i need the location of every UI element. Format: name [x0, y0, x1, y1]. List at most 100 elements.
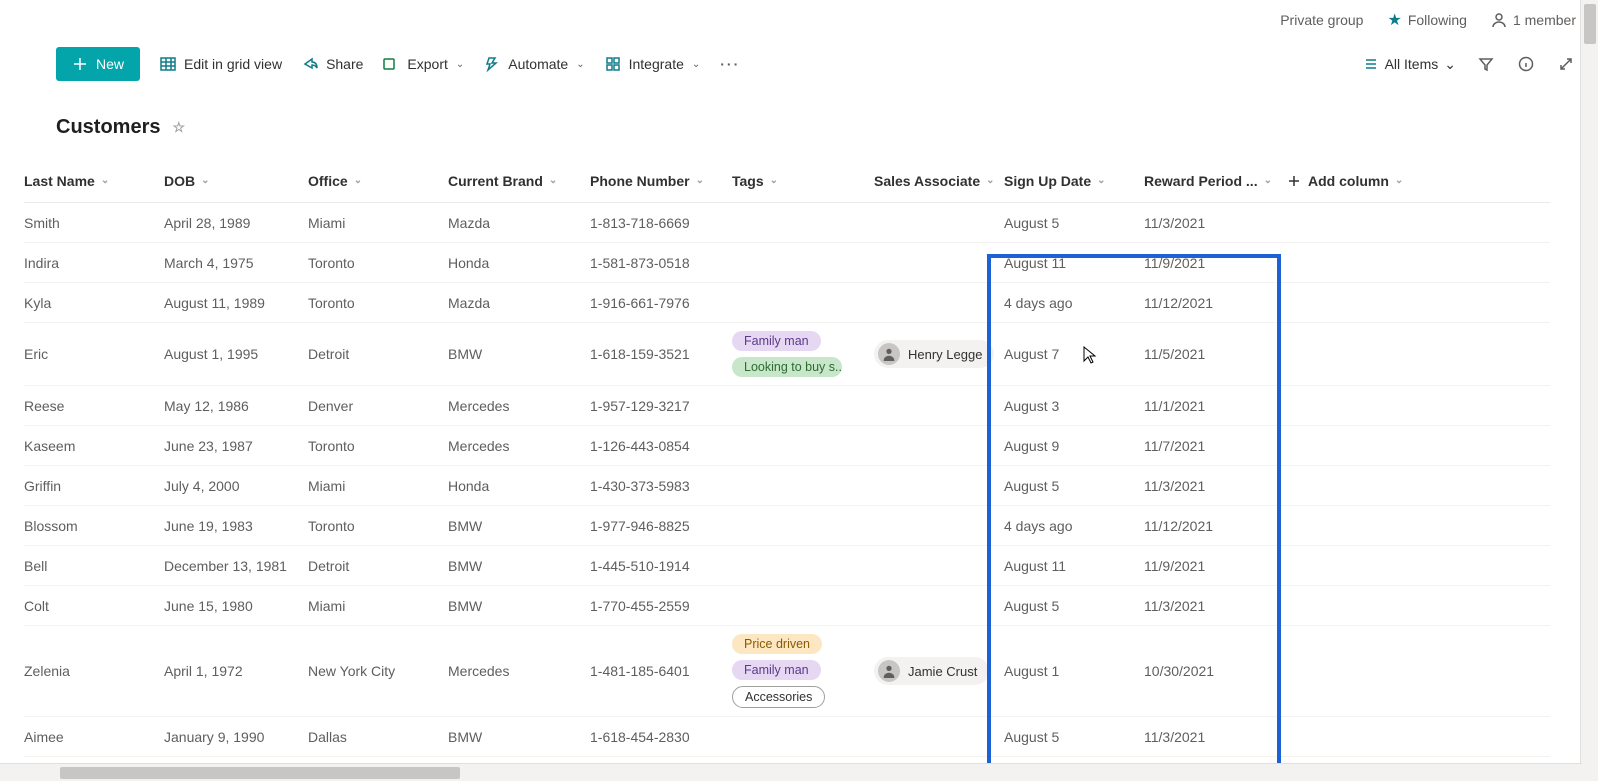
table-row[interactable]: ReeseMay 12, 1986DenverMercedes1-957-129…: [24, 386, 1550, 426]
chevron-down-icon: ⌄: [696, 175, 704, 186]
table-row[interactable]: ColtJune 15, 1980MiamiBMW1-770-455-2559A…: [24, 586, 1550, 626]
cell-tags: [732, 255, 874, 271]
cell-lastname: Kaseem: [24, 428, 164, 464]
table-row[interactable]: BellDecember 13, 1981DetroitBMW1-445-510…: [24, 546, 1550, 586]
person-chip[interactable]: Henry Legge: [874, 340, 994, 368]
col-header-assoc[interactable]: Sales Associate⌄: [874, 163, 1004, 199]
col-header-tags[interactable]: Tags⌄: [732, 163, 874, 199]
table-row[interactable]: KylaAugust 11, 1989TorontoMazda1-916-661…: [24, 283, 1550, 323]
cell-sales-associate: [874, 213, 1004, 233]
cell-empty: [1286, 596, 1428, 616]
expand-button[interactable]: [1556, 54, 1576, 74]
grid-icon: [160, 56, 176, 72]
export-button[interactable]: Export ⌄: [383, 56, 464, 72]
table-row[interactable]: SmithApril 28, 1989MiamiMazda1-813-718-6…: [24, 203, 1550, 243]
cell-lastname: Zelenia: [24, 653, 164, 689]
cell-phone: 1-430-373-5983: [590, 468, 732, 504]
col-header-phone[interactable]: Phone Number⌄: [590, 163, 732, 199]
table-row[interactable]: EricAugust 1, 1995DetroitBMW1-618-159-35…: [24, 323, 1550, 386]
cell-brand: BMW: [448, 719, 590, 755]
cell-phone: 1-581-873-0518: [590, 245, 732, 281]
col-header-lastname[interactable]: Last Name⌄: [24, 163, 164, 199]
table-row[interactable]: GriffinJuly 4, 2000MiamiHonda1-430-373-5…: [24, 466, 1550, 506]
info-button[interactable]: [1516, 54, 1536, 74]
cell-signup: August 11: [1004, 245, 1144, 281]
cell-signup: August 7: [1004, 336, 1144, 372]
automate-icon: [484, 56, 500, 72]
new-button-label: New: [96, 56, 124, 72]
cell-dob: August 11, 1989: [164, 285, 308, 321]
add-column-button[interactable]: Add column ⌄: [1286, 163, 1428, 199]
scrollbar-thumb[interactable]: [1584, 4, 1596, 44]
chevron-down-icon: ⌄: [456, 59, 464, 70]
scrollbar-thumb[interactable]: [60, 767, 460, 779]
cell-brand: Honda: [448, 245, 590, 281]
cell-signup: August 11: [1004, 548, 1144, 584]
cell-tags: [732, 295, 874, 311]
automate-button[interactable]: Automate ⌄: [484, 56, 584, 72]
avatar-icon: [878, 660, 900, 682]
cell-signup: August 3: [1004, 388, 1144, 424]
expand-icon: [1558, 56, 1574, 72]
cell-office: Detroit: [308, 548, 448, 584]
cell-reward: 11/7/2021: [1144, 428, 1286, 464]
person-name: Jamie Crust: [908, 664, 977, 679]
vertical-scrollbar[interactable]: [1580, 0, 1598, 781]
cell-tags: [732, 438, 874, 454]
cell-reward: 11/3/2021: [1144, 205, 1286, 241]
cell-lastname: Kyla: [24, 285, 164, 321]
table-row[interactable]: BlossomJune 19, 1983TorontoBMW1-977-946-…: [24, 506, 1550, 546]
edit-grid-button[interactable]: Edit in grid view: [160, 56, 282, 72]
cell-empty: [1286, 344, 1428, 364]
cell-signup: 4 days ago: [1004, 508, 1144, 544]
cell-reward: 11/1/2021: [1144, 388, 1286, 424]
horizontal-scrollbar[interactable]: [0, 763, 1582, 781]
cell-phone: 1-618-454-2830: [590, 719, 732, 755]
person-chip[interactable]: Jamie Crust: [874, 657, 989, 685]
more-commands-button[interactable]: ···: [720, 56, 740, 72]
cell-empty: [1286, 253, 1428, 273]
tag-chip[interactable]: Family man: [732, 331, 821, 351]
plus-icon: [1286, 173, 1302, 189]
col-header-reward[interactable]: Reward Period ...⌄: [1144, 163, 1286, 199]
cell-tags: [732, 215, 874, 231]
filter-button[interactable]: [1476, 54, 1496, 74]
tag-chip[interactable]: Looking to buy s...: [732, 357, 842, 377]
cell-tags: [732, 558, 874, 574]
command-bar: New Edit in grid view Share Export ⌄ Aut…: [0, 40, 1600, 88]
chevron-down-icon: ⌄: [1444, 56, 1456, 73]
table-row[interactable]: IndiraMarch 4, 1975TorontoHonda1-581-873…: [24, 243, 1550, 283]
member-count[interactable]: 1 member: [1491, 12, 1576, 28]
cell-lastname: Eric: [24, 336, 164, 372]
cell-reward: 11/5/2021: [1144, 336, 1286, 372]
table-row[interactable]: ZeleniaApril 1, 1972New York CityMercede…: [24, 626, 1550, 717]
col-header-dob[interactable]: DOB⌄: [164, 163, 308, 199]
tag-chip[interactable]: Accessories: [732, 686, 825, 708]
tag-chip[interactable]: Family man: [732, 660, 821, 680]
col-header-signup[interactable]: Sign Up Date⌄: [1004, 163, 1144, 199]
tag-chip[interactable]: Price driven: [732, 634, 822, 654]
cell-dob: July 4, 2000: [164, 468, 308, 504]
cell-sales-associate: [874, 396, 1004, 416]
col-header-office[interactable]: Office⌄: [308, 163, 448, 199]
table-row[interactable]: KaseemJune 23, 1987TorontoMercedes1-126-…: [24, 426, 1550, 466]
table-row[interactable]: AimeeJanuary 9, 1990DallasBMW1-618-454-2…: [24, 717, 1550, 757]
integrate-icon: [605, 56, 621, 72]
following-toggle[interactable]: ★ Following: [1387, 10, 1466, 30]
cell-lastname: Griffin: [24, 468, 164, 504]
view-selector[interactable]: All Items ⌄: [1363, 56, 1456, 73]
cell-phone: 1-481-185-6401: [590, 653, 732, 689]
cell-dob: April 1, 1972: [164, 653, 308, 689]
integrate-button[interactable]: Integrate ⌄: [605, 56, 701, 72]
chevron-down-icon: ⌄: [986, 175, 994, 186]
new-button[interactable]: New: [56, 47, 140, 81]
favorite-star-icon[interactable]: ☆: [172, 119, 185, 136]
cell-tags: [732, 729, 874, 745]
cell-lastname: Colt: [24, 588, 164, 624]
cell-tags: [732, 398, 874, 414]
cell-office: Detroit: [308, 336, 448, 372]
star-filled-icon: ★: [1387, 10, 1401, 30]
cell-brand: Mazda: [448, 285, 590, 321]
col-header-brand[interactable]: Current Brand⌄: [448, 163, 590, 199]
share-button[interactable]: Share: [302, 56, 363, 72]
